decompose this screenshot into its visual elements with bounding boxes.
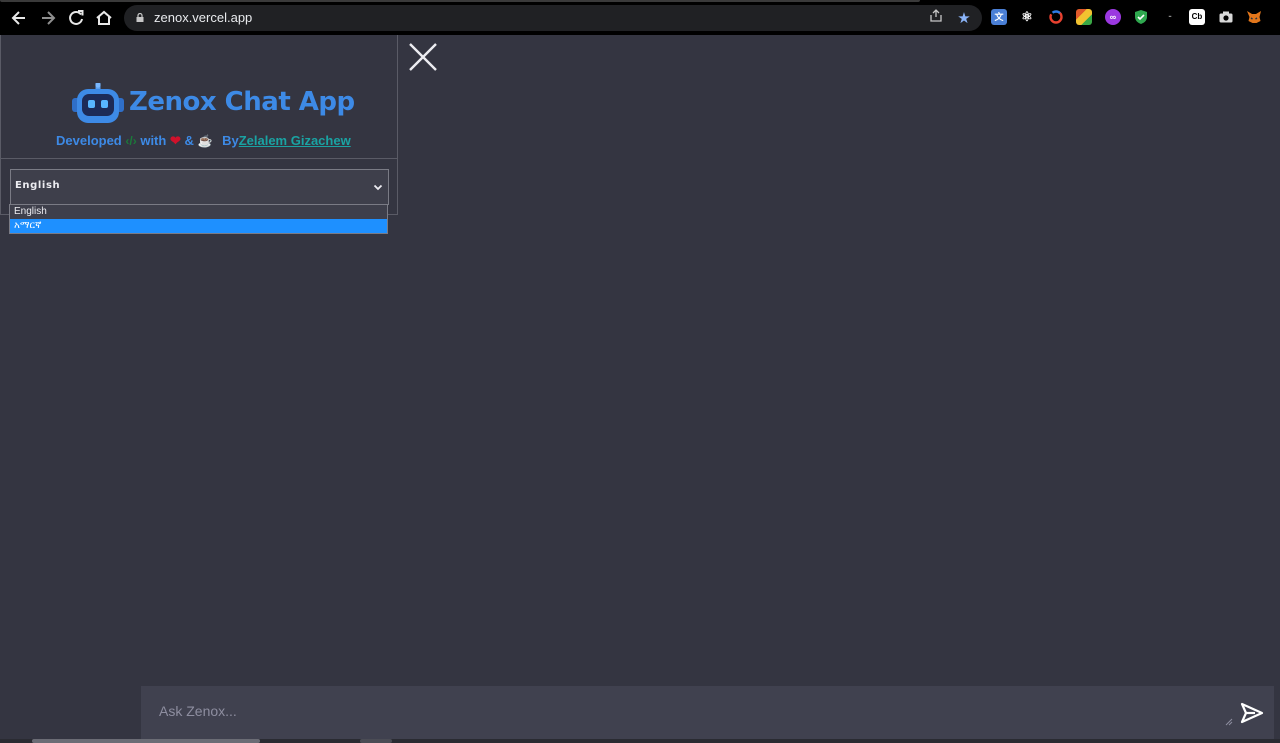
scrollbar-thumb[interactable] <box>32 739 260 743</box>
lock-icon <box>136 13 144 22</box>
home-icon[interactable] <box>94 8 114 28</box>
horizontal-scrollbar[interactable] <box>0 739 1280 743</box>
separator-dash: - <box>1168 11 1172 22</box>
share-icon[interactable] <box>927 9 945 27</box>
close-icon <box>409 43 437 71</box>
language-select-value: English <box>15 180 61 191</box>
metamask-extension-icon[interactable] <box>1246 9 1262 25</box>
send-icon <box>1240 702 1264 724</box>
tab-strip-edge <box>0 0 920 2</box>
author-link[interactable]: Zelalem Gizachew <box>239 133 351 148</box>
language-option-english[interactable]: English <box>10 205 387 219</box>
heart-icon: ❤ <box>169 133 181 148</box>
chat-input-bar <box>141 686 1274 743</box>
resize-grip-icon[interactable] <box>1223 716 1233 726</box>
react-devtools-extension-icon[interactable]: ⚛ <box>1019 9 1035 25</box>
cb-extension-icon[interactable]: Cb <box>1189 9 1205 25</box>
app-title: Zenox Chat App <box>129 87 355 117</box>
robot-logo-icon <box>72 83 124 123</box>
language-option-amharic[interactable]: አማርኛ <box>10 219 387 233</box>
code-icon: ‹/› <box>125 134 137 148</box>
chevron-down-icon <box>373 184 383 191</box>
camera-extension-icon[interactable] <box>1218 9 1234 25</box>
credits-developed: Developed <box>56 133 122 148</box>
credits-line: Developed ‹/› with ❤ & ☕ ByZelalem Gizac… <box>56 133 351 149</box>
forward-arrow-icon[interactable] <box>38 8 58 28</box>
purple-circle-extension-icon[interactable]: ∞ <box>1105 9 1121 25</box>
language-dropdown-list: English አማርኛ <box>9 204 388 234</box>
bookmark-star-icon[interactable]: ★ <box>955 9 973 27</box>
brand-header: Zenox Chat App Developed ‹/› with ❤ & ☕ … <box>1 35 397 159</box>
close-sidebar-button[interactable] <box>408 42 438 72</box>
shield-extension-icon[interactable] <box>1133 9 1149 25</box>
coffee-icon: ☕ <box>197 134 213 148</box>
refresh-ring-extension-icon[interactable] <box>1048 9 1064 25</box>
language-select[interactable]: English <box>10 169 389 205</box>
scrollbar-thumb-secondary[interactable] <box>360 739 392 743</box>
send-button[interactable] <box>1239 700 1265 726</box>
sidebar-panel: Zenox Chat App Developed ‹/› with ❤ & ☕ … <box>0 35 398 215</box>
browser-toolbar: zenox.vercel.app ★ 文 ⚛ ∞ - Cb <box>0 0 1280 35</box>
url-text[interactable]: zenox.vercel.app <box>154 10 252 25</box>
google-translate-extension-icon[interactable]: 文 <box>991 9 1007 25</box>
credits-with: with <box>140 133 167 148</box>
back-arrow-icon[interactable] <box>9 8 29 28</box>
reload-icon[interactable] <box>66 8 86 28</box>
credits-amp: & <box>184 133 194 148</box>
colorful-grid-extension-icon[interactable] <box>1076 9 1092 25</box>
credits-by: By <box>222 133 239 148</box>
address-bar[interactable]: zenox.vercel.app ★ <box>124 5 982 31</box>
chat-input[interactable] <box>141 686 1231 738</box>
